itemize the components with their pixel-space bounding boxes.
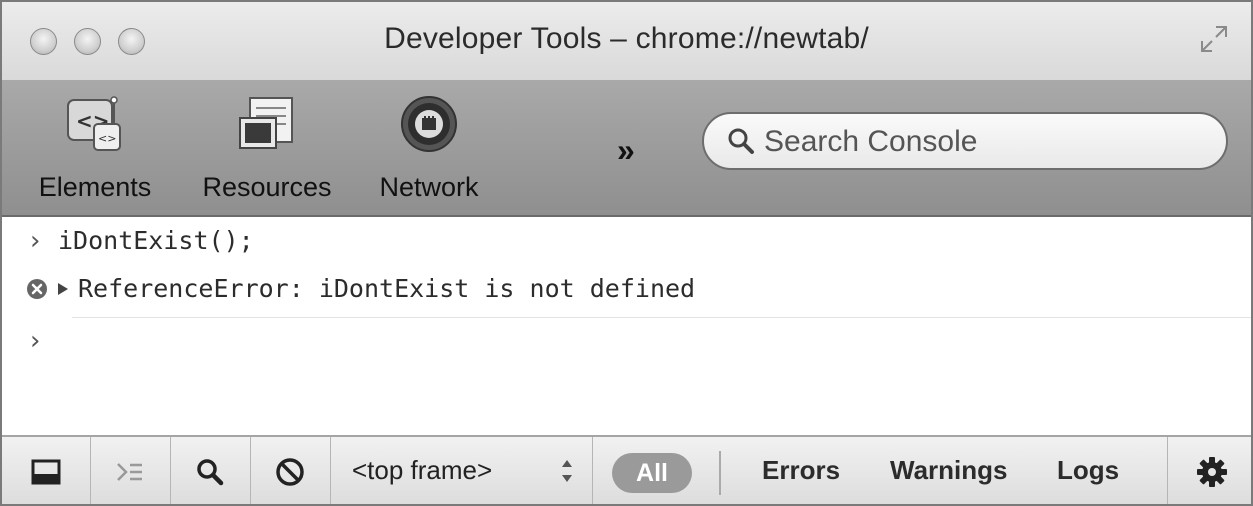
console-input-line: › iDontExist(); xyxy=(2,221,1251,261)
dock-toggle-button[interactable] xyxy=(2,437,91,504)
console-prompt-line[interactable]: › xyxy=(2,321,1251,361)
console-prompt-icon: › xyxy=(30,226,41,256)
more-panels-button[interactable]: » xyxy=(617,132,635,169)
tab-resources[interactable]: Resources xyxy=(192,80,342,215)
gear-icon xyxy=(1197,457,1227,487)
filter-errors-button[interactable]: Errors xyxy=(762,455,840,486)
inspect-search-button[interactable] xyxy=(170,437,251,504)
console-status-bar: <top frame> All Errors Warnings Logs xyxy=(2,435,1251,504)
fullscreen-icon[interactable] xyxy=(1199,24,1229,54)
title-bar: Developer Tools – chrome://newtab/ xyxy=(2,2,1251,80)
console-drawer-icon xyxy=(117,463,142,481)
devtools-window: Developer Tools – chrome://newtab/ <> <>… xyxy=(0,0,1253,506)
console-prompt-icon: › xyxy=(30,326,41,356)
window-title: Developer Tools – chrome://newtab/ xyxy=(384,22,869,55)
resources-icon xyxy=(239,97,293,149)
frame-selector-value: <top frame> xyxy=(352,455,493,485)
tab-resources-label: Resources xyxy=(202,172,332,202)
error-icon xyxy=(27,279,47,299)
select-arrows-icon xyxy=(562,460,572,482)
console-divider xyxy=(72,317,1251,318)
elements-icon: <> <> xyxy=(67,96,121,151)
search-icon xyxy=(197,459,224,486)
console-error-line[interactable]: ReferenceError: iDontExist is not define… xyxy=(2,269,1251,309)
search-icon xyxy=(728,128,754,154)
error-message-text: ReferenceError: iDontExist is not define… xyxy=(78,274,696,303)
console-output[interactable]: › iDontExist(); ReferenceError: iDontExi… xyxy=(2,217,1251,435)
filter-logs-button[interactable]: Logs xyxy=(1057,455,1119,486)
console-command-text: iDontExist(); xyxy=(58,226,254,255)
search-console-input[interactable] xyxy=(762,122,1206,162)
tab-network-label: Network xyxy=(379,172,479,202)
tab-network[interactable]: Network xyxy=(364,80,494,215)
tab-elements-label: Elements xyxy=(38,172,152,202)
tab-elements[interactable]: <> <> Elements xyxy=(20,80,170,215)
clear-console-button[interactable] xyxy=(250,437,331,504)
search-console-field[interactable] xyxy=(702,112,1228,170)
filter-divider xyxy=(719,451,721,495)
clear-icon xyxy=(276,458,304,486)
svg-text:<>: <> xyxy=(98,132,116,145)
filter-all-button[interactable]: All xyxy=(612,453,692,493)
expand-triangle-icon[interactable] xyxy=(56,282,70,296)
filter-warnings-button[interactable]: Warnings xyxy=(890,455,1007,486)
show-drawer-button[interactable] xyxy=(90,437,171,504)
settings-button[interactable] xyxy=(1167,437,1251,504)
network-icon xyxy=(401,96,457,152)
frame-selector[interactable]: <top frame> xyxy=(330,437,593,504)
devtools-toolbar: <> <> Elements Resources Network » Searc… xyxy=(2,80,1251,217)
dock-icon xyxy=(31,459,61,485)
